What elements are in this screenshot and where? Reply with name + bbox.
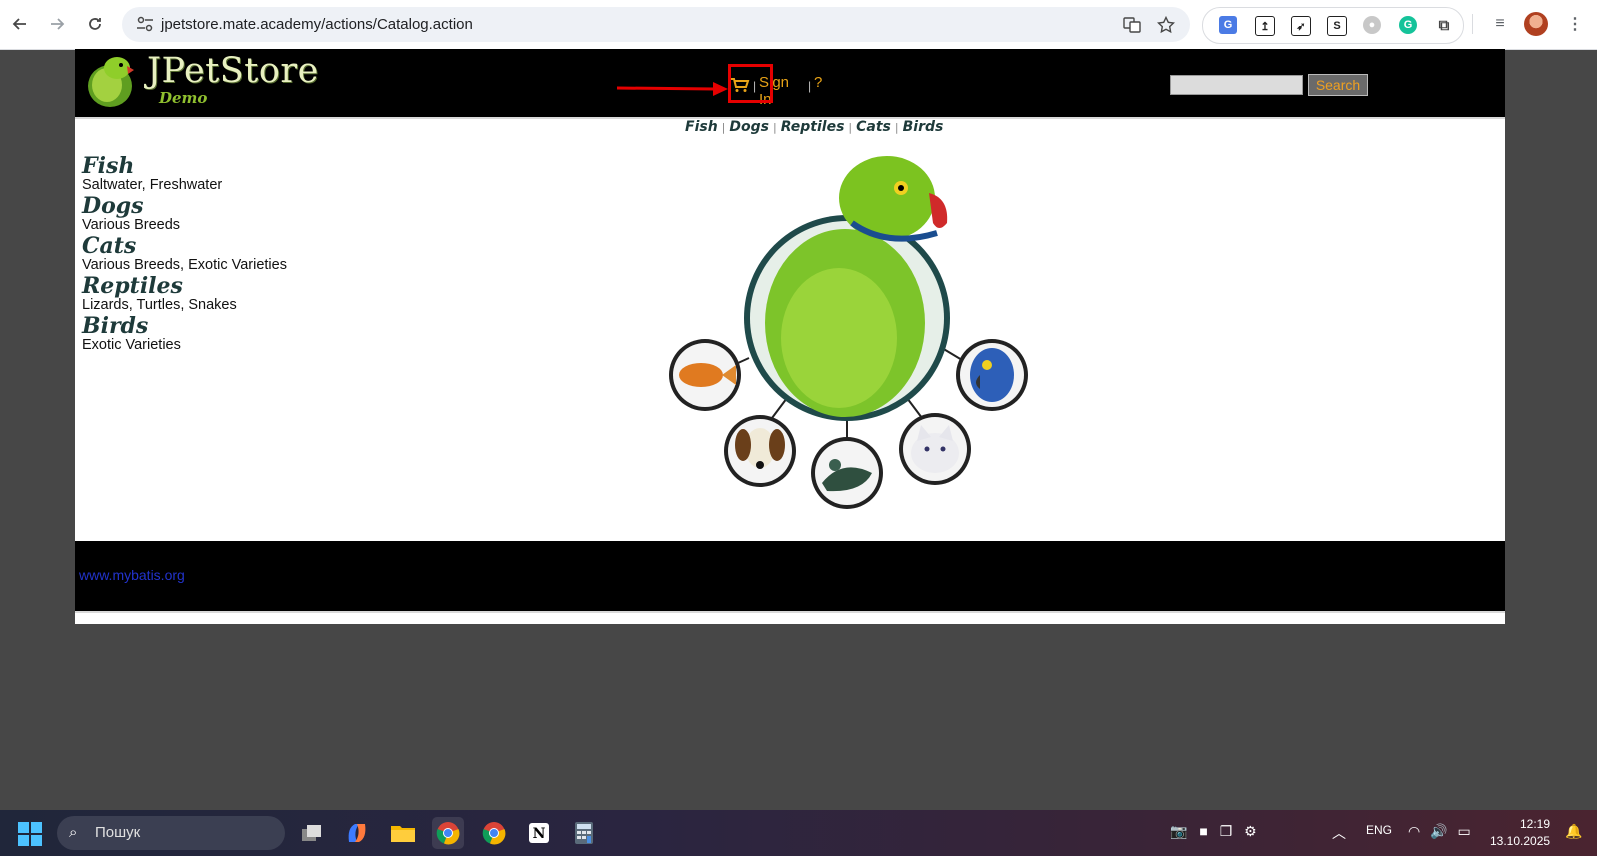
- notion-icon[interactable]: N: [523, 817, 555, 849]
- back-arrow-icon: [12, 18, 26, 30]
- reload-button[interactable]: [81, 10, 109, 38]
- menu-separator: |: [808, 79, 812, 93]
- category-sidebar: Fish Saltwater, Freshwater Dogs Various …: [82, 155, 287, 355]
- chrome-icon-active[interactable]: [432, 817, 464, 849]
- tray-settings-icon[interactable]: ⚙: [1244, 823, 1257, 839]
- more-menu-icon[interactable]: ⋮: [1563, 12, 1587, 36]
- reload-icon: [89, 18, 101, 30]
- calculator-icon[interactable]: [568, 817, 600, 849]
- extensions-group: G ↥ ➶ S ● G ⧉: [1202, 7, 1464, 44]
- site-footer: www.mybatis.org: [75, 541, 1505, 613]
- quicklink-birds[interactable]: Birds: [903, 119, 944, 135]
- splash-image-map: [669, 156, 1028, 509]
- search-input[interactable]: [1170, 75, 1303, 95]
- wifi-icon: ◠: [1408, 823, 1421, 839]
- forward-button[interactable]: [43, 10, 71, 38]
- search-button[interactable]: Search: [1308, 74, 1368, 96]
- quicklink-fish[interactable]: Fish: [685, 119, 718, 135]
- system-clock[interactable]: 12:19 13.10.2025: [1490, 816, 1550, 850]
- url-path: /actions/Catalog.action: [321, 16, 473, 33]
- language-indicator[interactable]: ENG: [1366, 823, 1392, 837]
- toolbar-divider: [1472, 14, 1473, 34]
- category-desc: Various Breeds, Exotic Varieties: [82, 257, 287, 273]
- quicklink-dogs[interactable]: Dogs: [729, 119, 769, 135]
- download-extension-icon[interactable]: ↥: [1255, 16, 1275, 36]
- translate-icon[interactable]: [1122, 15, 1142, 35]
- tray-video-icon[interactable]: ■: [1199, 823, 1207, 839]
- send-extension-icon[interactable]: ➶: [1291, 16, 1311, 36]
- back-button[interactable]: [6, 10, 34, 38]
- parrot-logo-icon[interactable]: [85, 52, 135, 108]
- network-volume-battery-icons[interactable]: ◠ 🔊 ▭: [1408, 823, 1471, 840]
- clock-date: 13.10.2025: [1490, 834, 1551, 848]
- notifications-icon[interactable]: 🔔: [1565, 823, 1582, 840]
- address-bar[interactable]: jpetstore.mate.academy/actions/Catalog.a…: [122, 7, 1190, 42]
- forward-arrow-icon: [51, 18, 65, 30]
- quick-links: Fish | Dogs | Reptiles | Cats | Birds: [685, 119, 944, 135]
- copilot-icon[interactable]: [341, 817, 373, 849]
- logo-subtitle: Demo: [159, 89, 208, 107]
- grammarly-icon[interactable]: G: [1399, 16, 1417, 34]
- url-text[interactable]: jpetstore.mate.academy/actions/Catalog.a…: [161, 16, 473, 33]
- bookmark-star-icon[interactable]: [1156, 15, 1176, 35]
- profile-avatar[interactable]: [1524, 12, 1548, 36]
- category-link-cats[interactable]: Cats: [82, 235, 287, 257]
- red-arrow-annotation: [616, 82, 728, 96]
- category-desc: Lizards, Turtles, Snakes: [82, 297, 237, 313]
- tray-icons-group[interactable]: 📷 ■ ❐ ⚙: [1170, 823, 1257, 840]
- translate-extension-icon[interactable]: G: [1219, 16, 1237, 34]
- s-extension-icon[interactable]: S: [1327, 16, 1347, 36]
- category-link-fish[interactable]: Fish: [82, 155, 287, 177]
- site-header: JPetStore Demo | Sign In | ? Search: [75, 49, 1505, 119]
- help-link[interactable]: ?: [814, 74, 822, 91]
- logo-title[interactable]: JPetStore: [147, 51, 319, 91]
- category-link-dogs[interactable]: Dogs: [82, 195, 287, 217]
- jpetstore-page: JPetStore Demo | Sign In | ? Search Fish…: [75, 49, 1505, 624]
- show-hidden-icons-chevron-icon[interactable]: ︿: [1332, 823, 1346, 843]
- browser-toolbar: jpetstore.mate.academy/actions/Catalog.a…: [0, 0, 1597, 50]
- url-host: jpetstore.mate.academy: [161, 16, 322, 33]
- site-info-icon[interactable]: [136, 16, 154, 32]
- reading-list-icon[interactable]: ≡: [1488, 12, 1512, 36]
- windows-start-icon[interactable]: [18, 822, 42, 846]
- disabled-extension-icon[interactable]: ●: [1363, 16, 1381, 34]
- windows-taskbar: ⌕ Пошук N 📷 ■ ❐ ⚙ ︿ ENG ◠ 🔊 ▭ 12:19 13.1…: [0, 810, 1597, 856]
- cart-highlight-annotation: [728, 64, 773, 103]
- category-desc: Various Breeds: [82, 217, 181, 233]
- quicklink-cats[interactable]: Cats: [856, 119, 891, 135]
- quicklink-reptiles[interactable]: Reptiles: [781, 119, 845, 135]
- category-desc: Saltwater, Freshwater: [82, 177, 223, 193]
- task-view-icon[interactable]: [296, 817, 328, 849]
- file-explorer-icon[interactable]: [387, 817, 419, 849]
- search-icon: ⌕: [69, 824, 78, 841]
- taskbar-search[interactable]: ⌕ Пошук: [57, 816, 285, 850]
- category-link-birds[interactable]: Birds: [82, 315, 287, 337]
- tray-camera-icon[interactable]: 📷: [1170, 823, 1187, 839]
- taskbar-search-placeholder: Пошук: [95, 824, 141, 841]
- battery-icon: ▭: [1457, 823, 1471, 839]
- category-desc: Exotic Varieties: [82, 337, 181, 353]
- mybatis-link[interactable]: www.mybatis.org: [79, 567, 185, 583]
- tray-window-icon[interactable]: ❐: [1220, 823, 1233, 839]
- chrome-profile-icon[interactable]: [478, 817, 510, 849]
- category-link-reptiles[interactable]: Reptiles: [82, 275, 287, 297]
- volume-icon: 🔊: [1430, 823, 1448, 839]
- clock-time: 12:19: [1519, 817, 1550, 831]
- puzzle-extensions-icon[interactable]: ⧉: [1435, 16, 1453, 34]
- svg-text:N: N: [533, 826, 546, 842]
